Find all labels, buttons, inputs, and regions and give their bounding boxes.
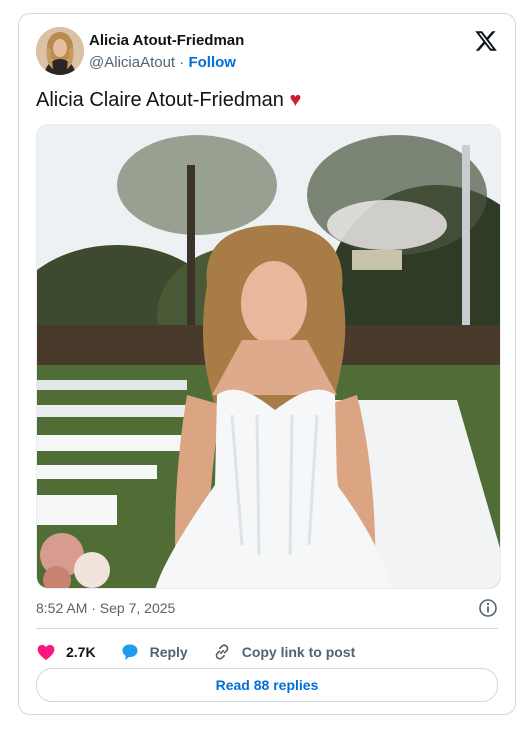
divider [36, 628, 498, 629]
like-button[interactable]: 2.7K [36, 642, 96, 662]
reply-bubble-icon [122, 644, 138, 660]
tweet-photo[interactable] [36, 124, 501, 589]
x-logo-icon[interactable] [474, 29, 498, 53]
author-handle[interactable]: @AliciaAtout [89, 54, 175, 71]
handle-separator: · [179, 54, 185, 71]
link-icon [215, 644, 229, 660]
copy-link-button[interactable]: Copy link to post [212, 642, 356, 662]
follow-button[interactable]: Follow [188, 54, 236, 71]
heart-emoji-icon: ♥ [289, 89, 302, 111]
copy-link-label: Copy link to post [241, 644, 356, 660]
tweet-embed-card: Alicia Atout-Friedman @AliciaAtout · Fol… [18, 13, 516, 715]
info-icon[interactable] [478, 598, 498, 618]
tweet-text: Alicia Claire Atout-Friedman ♥ [36, 89, 301, 112]
tweet-body: Alicia Claire Atout-Friedman [36, 89, 284, 111]
likes-count: 2.7K [66, 644, 96, 660]
author-name[interactable]: Alicia Atout-Friedman [89, 32, 244, 49]
heart-icon [37, 644, 55, 660]
reply-label: Reply [149, 644, 188, 660]
avatar-image [36, 27, 84, 75]
avatar[interactable] [36, 27, 84, 75]
reply-button[interactable]: Reply [120, 642, 188, 662]
wedding-photo-image [37, 125, 500, 588]
timestamp[interactable]: 8:52 AM · Sep 7, 2025 [36, 600, 175, 616]
read-replies-button[interactable]: Read 88 replies [36, 668, 498, 702]
action-bar: 2.7K Reply Copy link to post [36, 640, 379, 664]
author-handle-row: @AliciaAtout · Follow [89, 54, 236, 71]
